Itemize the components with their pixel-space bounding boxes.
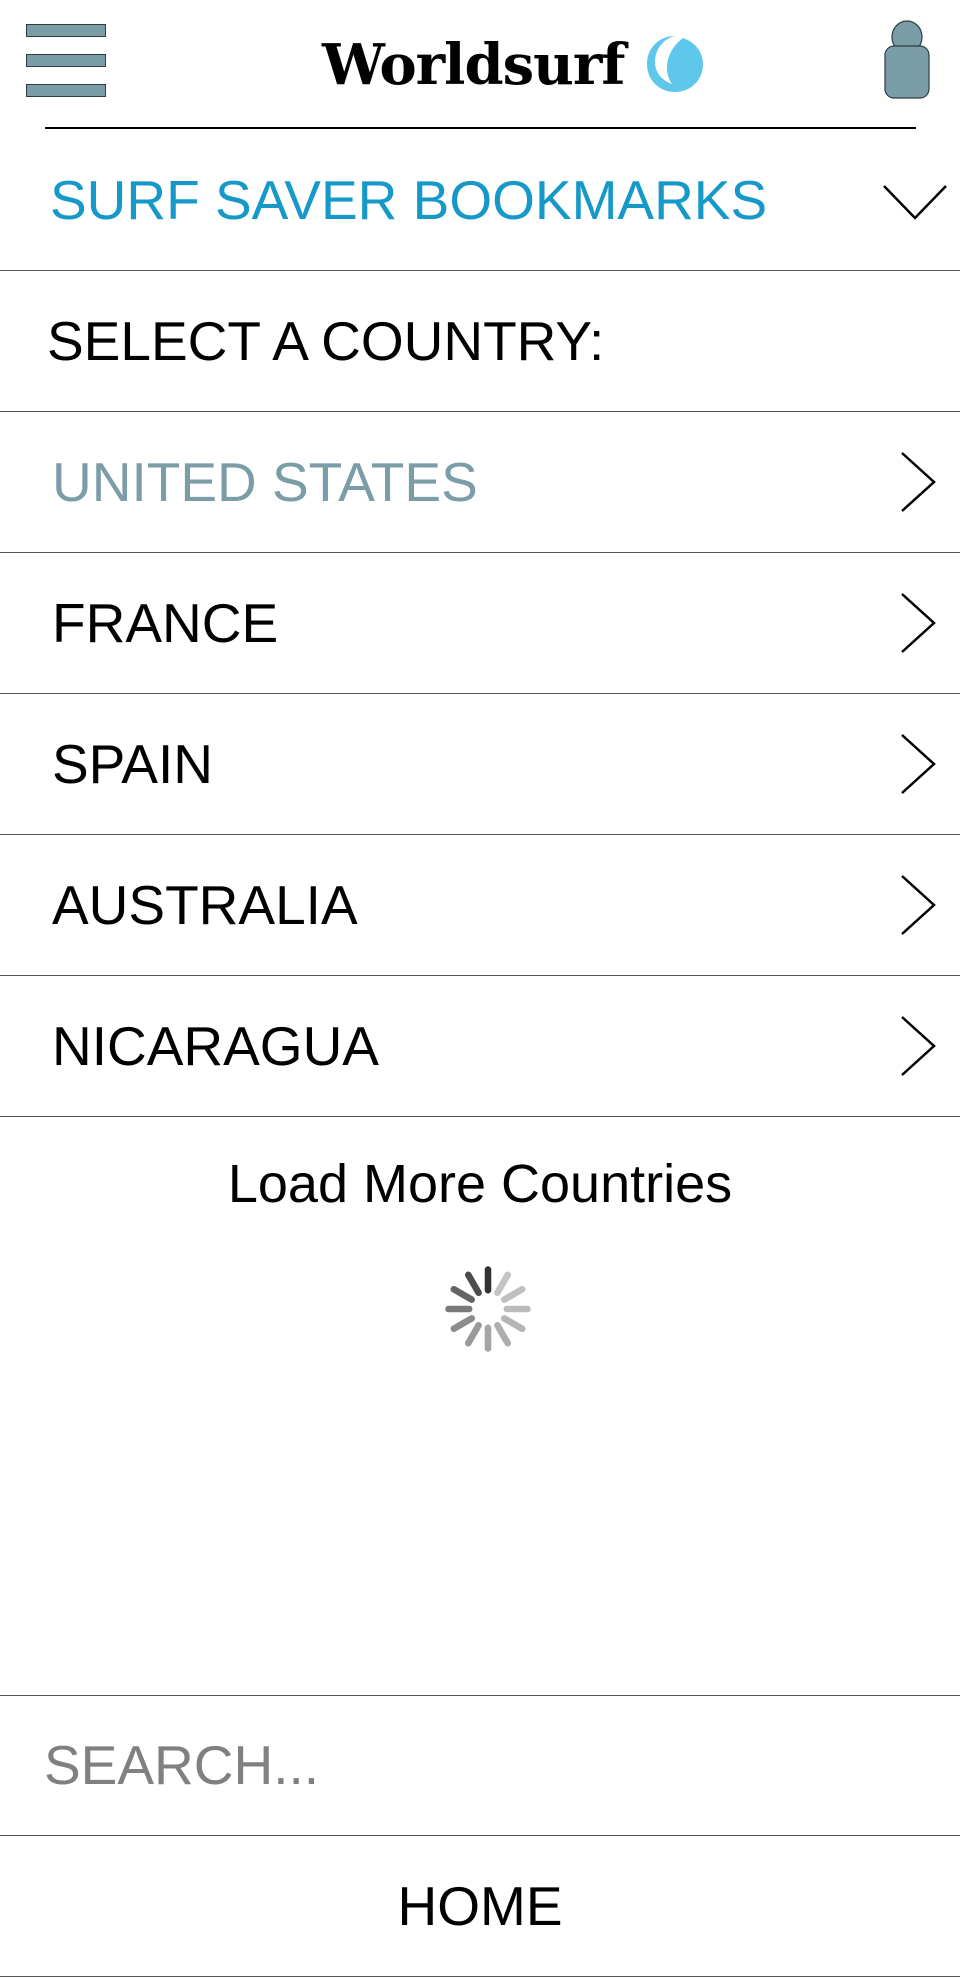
user-icon[interactable] (883, 20, 931, 100)
country-item-nicaragua[interactable]: NICARAGUA (0, 976, 960, 1117)
country-item-australia[interactable]: AUSTRALIA (0, 835, 960, 976)
country-label: UNITED STATES (52, 451, 478, 513)
logo-text: Worldsurf (322, 32, 625, 98)
load-more-countries-button[interactable]: Load More Countries (0, 1148, 960, 1220)
app-header: Worldsurf (0, 0, 960, 130)
select-country-heading: SELECT A COUNTRY: (0, 271, 960, 412)
country-item-france[interactable]: FRANCE (0, 553, 960, 694)
chevron-right-icon (901, 593, 936, 653)
wave-icon (646, 36, 703, 92)
header-divider (45, 127, 916, 129)
country-label: AUSTRALIA (52, 874, 358, 936)
chevron-right-icon (901, 1016, 936, 1076)
country-item-united-states[interactable]: UNITED STATES (0, 412, 960, 553)
hamburger-icon[interactable] (26, 24, 106, 98)
search-input[interactable] (44, 1696, 904, 1834)
worldsurf-logo[interactable]: Worldsurf (322, 30, 705, 100)
chevron-right-icon (901, 452, 936, 512)
country-label: NICARAGUA (52, 1015, 379, 1077)
spinner-icon (445, 1266, 531, 1352)
chevron-down-icon (883, 185, 947, 220)
chevron-right-icon (901, 875, 936, 935)
country-label: FRANCE (52, 592, 279, 654)
country-label: SPAIN (52, 733, 213, 795)
country-item-spain[interactable]: SPAIN (0, 694, 960, 835)
surf-saver-bookmarks-dropdown[interactable]: SURF SAVER BOOKMARKS (0, 130, 960, 271)
home-button[interactable]: HOME (0, 1836, 960, 1977)
search-bar (0, 1695, 960, 1836)
bookmarks-label: SURF SAVER BOOKMARKS (50, 169, 768, 231)
chevron-right-icon (901, 734, 936, 794)
select-country-label: SELECT A COUNTRY: (47, 310, 605, 372)
